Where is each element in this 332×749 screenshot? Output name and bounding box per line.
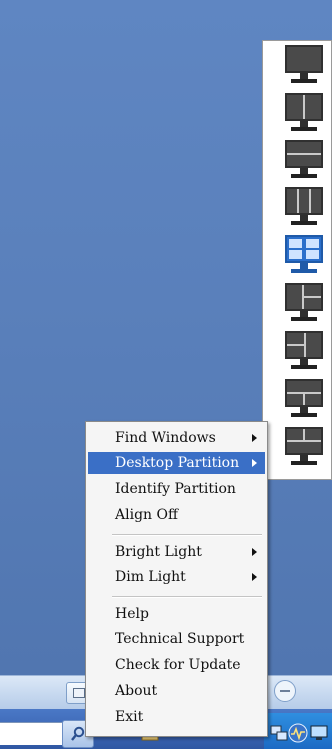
menu-item-find-windows[interactable]: Find Windows — [88, 427, 265, 449]
menu-item-technical-support[interactable]: Technical Support — [88, 628, 265, 650]
menu-item-label: Exit — [115, 709, 144, 725]
menu-item-label: Identify Partition — [115, 481, 236, 497]
taskbar-address-field[interactable] — [0, 722, 64, 745]
two-left-plus-right-partition[interactable] — [283, 329, 327, 373]
menu-item-label: Find Windows — [115, 430, 216, 446]
menu-item-label: Align Off — [115, 507, 178, 523]
monitor-icon — [285, 187, 323, 215]
two-top-plus-bottom-partition[interactable] — [283, 425, 327, 469]
monitor-icon — [285, 427, 323, 455]
menu-item-desktop-partition[interactable]: Desktop Partition — [88, 452, 265, 474]
monitor-icon — [285, 140, 323, 168]
two-column-partition[interactable] — [283, 91, 327, 135]
menu-item-dim-light[interactable]: Dim Light — [88, 566, 265, 588]
monitor-icon — [285, 235, 323, 263]
context-menu: Find Windows Desktop Partition Identify … — [85, 421, 268, 737]
submenu-arrow-icon — [252, 434, 257, 442]
menu-item-about[interactable]: About — [88, 680, 265, 702]
submenu-arrow-icon — [252, 459, 257, 467]
submenu-arrow-icon — [252, 573, 257, 581]
display-icon[interactable] — [308, 722, 330, 744]
monitor-icon — [285, 93, 323, 121]
taskbar-minus-button[interactable] — [274, 680, 296, 702]
submenu-arrow-icon — [252, 548, 257, 556]
menu-item-label: Check for Update — [115, 657, 241, 673]
menu-item-identify-partition[interactable]: Identify Partition — [88, 478, 265, 500]
audio-icon[interactable] — [287, 722, 309, 744]
menu-item-label: Technical Support — [115, 631, 245, 647]
menu-item-label: Desktop Partition — [115, 455, 240, 471]
top-plus-two-bottom-partition[interactable] — [283, 377, 327, 421]
menu-item-check-for-update[interactable]: Check for Update — [88, 654, 265, 676]
menu-separator — [112, 534, 262, 536]
menu-item-help[interactable]: Help — [88, 603, 265, 625]
three-column-partition[interactable] — [283, 185, 327, 229]
four-quadrant-partition[interactable] — [283, 233, 327, 277]
monitor-icon — [285, 379, 323, 407]
menu-item-label: Bright Light — [115, 544, 202, 560]
menu-item-label: Dim Light — [115, 569, 186, 585]
search-icon — [71, 726, 85, 741]
menu-item-label: Help — [115, 606, 149, 622]
menu-item-bright-light[interactable]: Bright Light — [88, 541, 265, 563]
monitor-icon — [285, 331, 323, 359]
desktop-partition-panel — [262, 40, 332, 480]
menu-item-align-off[interactable]: Align Off — [88, 504, 265, 526]
menu-item-exit[interactable]: Exit — [88, 706, 265, 728]
two-row-partition[interactable] — [283, 138, 327, 182]
monitor-icon — [285, 283, 323, 311]
menu-separator — [112, 596, 262, 598]
left-plus-two-right-partition[interactable] — [283, 281, 327, 325]
menu-item-label: About — [115, 683, 158, 699]
monitor-icon — [285, 45, 323, 73]
full-screen-partition[interactable] — [283, 43, 327, 87]
